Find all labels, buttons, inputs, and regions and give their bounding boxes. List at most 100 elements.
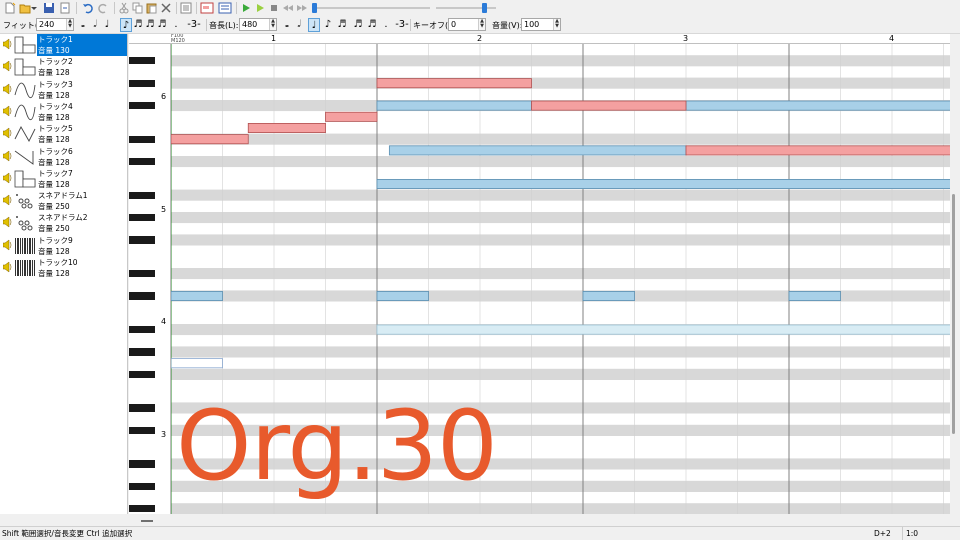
black-key[interactable] bbox=[129, 57, 155, 65]
play-from-cursor-icon[interactable] bbox=[254, 2, 267, 14]
track-item[interactable]: トラック6 音量 128 bbox=[0, 146, 127, 168]
keyoff-input[interactable]: 0 ▲ ▼ bbox=[448, 18, 486, 31]
eighth-note-icon[interactable]: ♪ bbox=[120, 18, 132, 32]
track-item[interactable]: トラック7 音量 128 bbox=[0, 168, 127, 190]
length-eighth-note-icon[interactable]: ♪ bbox=[322, 18, 334, 32]
speaker-icon[interactable] bbox=[2, 127, 12, 139]
sixty-fourth-note-icon[interactable]: ♬ bbox=[156, 18, 168, 32]
paste-icon[interactable] bbox=[146, 2, 159, 14]
length-whole-note-icon[interactable]: 𝅝 bbox=[281, 18, 293, 32]
length-quarter-note-icon[interactable]: ♩ bbox=[308, 18, 320, 32]
length-sixteenth-note-icon[interactable]: ♬ bbox=[336, 18, 348, 32]
vertical-scrollbar[interactable] bbox=[950, 34, 960, 514]
save-icon[interactable] bbox=[43, 2, 56, 14]
delete-icon[interactable] bbox=[160, 2, 173, 14]
track-item[interactable]: トラック10 音量 128 bbox=[0, 257, 127, 279]
black-key[interactable] bbox=[129, 482, 155, 490]
sixteenth-note-icon[interactable]: ♬ bbox=[132, 18, 144, 32]
piano-keyboard[interactable]: 6 5 4 3 bbox=[129, 44, 171, 514]
black-key[interactable] bbox=[129, 460, 155, 468]
volume-input[interactable]: 100 ▲ ▼ bbox=[521, 18, 561, 31]
track-item[interactable]: スネアドラム2 音量 250 bbox=[0, 212, 127, 234]
black-key[interactable] bbox=[129, 404, 155, 412]
black-key[interactable] bbox=[129, 348, 155, 356]
black-key[interactable] bbox=[129, 505, 155, 513]
speaker-icon[interactable] bbox=[2, 60, 12, 72]
track-item[interactable]: トラック5 音量 128 bbox=[0, 123, 127, 145]
track-item[interactable]: スネアドラム1 音量 250 bbox=[0, 190, 127, 212]
black-key[interactable] bbox=[129, 214, 155, 222]
copy-icon[interactable] bbox=[132, 2, 145, 14]
length-half-note-icon[interactable]: 𝅗𝅥 bbox=[293, 18, 305, 32]
fit-input[interactable]: 240 ▲ ▼ bbox=[36, 18, 74, 31]
length-triplet-note-icon[interactable]: -3- bbox=[392, 18, 412, 32]
track-item[interactable]: トラック9 音量 128 bbox=[0, 235, 127, 257]
black-key[interactable] bbox=[129, 326, 155, 334]
fit-spinner-icon[interactable]: ▲ ▼ bbox=[66, 19, 73, 30]
grid-row bbox=[171, 167, 960, 179]
half-note-icon[interactable]: 𝅗𝅥 bbox=[89, 18, 101, 32]
octave-label: 4 bbox=[161, 317, 167, 327]
vertical-scroll-thumb[interactable] bbox=[952, 194, 955, 434]
speaker-icon[interactable] bbox=[2, 150, 12, 162]
cut-icon[interactable] bbox=[118, 2, 131, 14]
speaker-icon[interactable] bbox=[2, 216, 12, 228]
properties-icon[interactable] bbox=[180, 2, 193, 14]
black-key[interactable] bbox=[129, 158, 155, 166]
black-key[interactable] bbox=[129, 79, 155, 87]
black-key[interactable] bbox=[129, 135, 155, 143]
volume-slider[interactable] bbox=[436, 7, 496, 9]
open-dropdown-icon[interactable] bbox=[31, 2, 37, 14]
track-view-icon[interactable] bbox=[218, 2, 232, 14]
length-sixty-fourth-note-icon[interactable]: ♬ bbox=[366, 18, 378, 32]
redo-icon[interactable] bbox=[97, 2, 110, 14]
speaker-icon[interactable] bbox=[2, 172, 12, 184]
speaker-icon[interactable] bbox=[2, 83, 12, 95]
piano-view-icon[interactable] bbox=[200, 2, 214, 14]
black-key[interactable] bbox=[129, 292, 155, 300]
quarter-note-icon[interactable]: ♩ bbox=[101, 18, 113, 32]
speaker-icon[interactable] bbox=[2, 261, 12, 273]
black-key[interactable] bbox=[129, 191, 155, 199]
length-thirty-second-note-icon[interactable]: ♬ bbox=[352, 18, 364, 32]
length-input[interactable]: 480 ▲ ▼ bbox=[239, 18, 277, 31]
triplet-note-icon[interactable]: -3- bbox=[184, 18, 204, 32]
track-item[interactable]: トラック4 音量 128 bbox=[0, 101, 127, 123]
speaker-icon[interactable] bbox=[2, 105, 12, 117]
undo-icon[interactable] bbox=[82, 2, 95, 14]
keyoff-spinner-icon[interactable]: ▲ ▼ bbox=[478, 19, 485, 30]
new-file-icon[interactable] bbox=[4, 2, 17, 14]
length-spinner-icon[interactable]: ▲ ▼ bbox=[269, 19, 276, 30]
black-key[interactable] bbox=[129, 102, 155, 110]
speaker-icon[interactable] bbox=[2, 194, 12, 206]
horizontal-scrollbar[interactable] bbox=[129, 514, 960, 526]
playback-slider-thumb[interactable] bbox=[312, 3, 317, 13]
track-name: トラック4 bbox=[38, 101, 73, 111]
whole-note-icon[interactable]: 𝅝 bbox=[77, 18, 89, 32]
export-icon[interactable] bbox=[59, 2, 72, 14]
playback-slider[interactable] bbox=[312, 7, 430, 9]
thirty-second-note-icon[interactable]: ♬ bbox=[144, 18, 156, 32]
black-key[interactable] bbox=[129, 370, 155, 378]
note-block-blue bbox=[582, 290, 635, 301]
keyoff-value: 0 bbox=[451, 20, 457, 29]
fast-forward-icon[interactable] bbox=[296, 2, 309, 14]
stop-icon[interactable] bbox=[268, 2, 281, 14]
speaker-icon[interactable] bbox=[2, 38, 12, 50]
volume-spinner-icon[interactable]: ▲ ▼ bbox=[553, 19, 560, 30]
rewind-icon[interactable] bbox=[282, 2, 295, 14]
bar-ruler[interactable]: F100 M120 1234 bbox=[129, 34, 960, 44]
black-key[interactable] bbox=[129, 426, 155, 434]
play-icon[interactable] bbox=[240, 2, 253, 14]
volume-slider-thumb[interactable] bbox=[482, 3, 487, 13]
black-key[interactable] bbox=[129, 270, 155, 278]
track-item[interactable]: トラック1 音量 130 bbox=[0, 34, 127, 56]
black-key[interactable] bbox=[129, 236, 155, 244]
track-item[interactable]: トラック2 音量 128 bbox=[0, 56, 127, 78]
grid-row bbox=[171, 368, 960, 380]
dotted-note-icon[interactable]: . bbox=[170, 18, 182, 32]
track-item[interactable]: トラック3 音量 128 bbox=[0, 79, 127, 101]
horizontal-scroll-thumb[interactable] bbox=[141, 520, 153, 522]
length-dotted-note-icon[interactable]: . bbox=[380, 18, 392, 32]
speaker-icon[interactable] bbox=[2, 239, 12, 251]
